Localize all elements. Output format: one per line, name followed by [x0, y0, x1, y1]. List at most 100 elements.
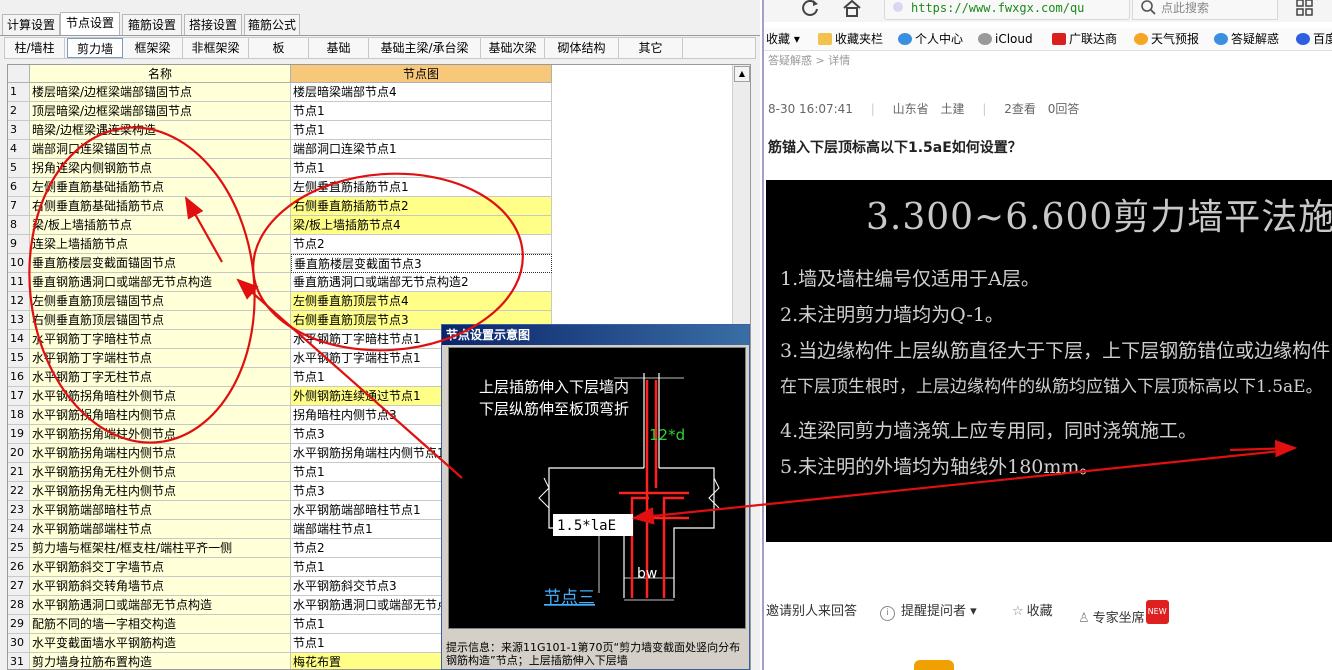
node-setting-name[interactable]: 顶层暗梁/边框梁端部锚固节点 [30, 102, 291, 121]
site-info-icon[interactable] [893, 2, 903, 12]
subtab-non-frame-beam[interactable]: 非框架梁 [183, 38, 249, 58]
node-setting-name[interactable]: 剪力墙身拉筋布置构造 [30, 653, 291, 669]
node-setting-name[interactable]: 水平钢筋拐角端柱内侧节点 [30, 444, 291, 463]
bookmark-icloud[interactable]: iCloud [978, 28, 1033, 50]
bookmark-qa[interactable]: 答疑解惑 [1214, 28, 1279, 50]
row-number: 4 [8, 140, 30, 159]
node-setting-name[interactable]: 水平钢筋端部端柱节点 [30, 520, 291, 539]
node-diagram-value[interactable]: 节点1 [291, 121, 552, 140]
node-setting-name[interactable]: 水平钢筋丁字暗柱节点 [30, 330, 291, 349]
node-setting-name[interactable]: 右侧垂直筋顶层锚固节点 [30, 311, 291, 330]
node-diagram-value[interactable]: 垂直筋遇洞口或端部无节点构造2 [291, 273, 552, 292]
address-bar[interactable]: https://www.fwxgx.com/qu [884, 0, 1130, 20]
node-setting-name[interactable]: 水平钢筋端部暗柱节点 [30, 501, 291, 520]
node-setting-name[interactable]: 水平钢筋斜交丁字墙节点 [30, 558, 291, 577]
subtab-foundation-secondary-beam[interactable]: 基础次梁 [481, 38, 545, 58]
subtab-shear-wall[interactable]: 剪力墙 [67, 38, 123, 58]
caption-line-2: 下层纵筋伸至板顶弯折 [479, 400, 629, 418]
node-diagram-value[interactable]: 节点2 [291, 235, 552, 254]
subtab-frame-beam[interactable]: 框架梁 [123, 38, 183, 58]
apps-grid-icon[interactable] [1296, 0, 1314, 17]
subtab-masonry[interactable]: 砌体结构 [545, 38, 619, 58]
bookmark-baidu[interactable]: 百度 [1296, 28, 1332, 50]
node-diagram-value[interactable]: 左侧垂直筋插筋节点1 [291, 178, 552, 197]
star-icon: ☆ [1012, 604, 1024, 619]
refresh-icon[interactable] [800, 0, 820, 18]
apple-icon [978, 33, 992, 45]
node-setting-name[interactable]: 垂直筋楼层变截面锚固节点 [30, 254, 291, 273]
table-row[interactable]: 9 连梁上墙插筋节点 节点2 [8, 235, 553, 254]
node-setting-name[interactable]: 配筋不同的墙一字相交构造 [30, 615, 291, 634]
subtab-column[interactable]: 柱/墙柱 [5, 38, 65, 58]
node-setting-name[interactable]: 梁/板上墙插筋节点 [30, 216, 291, 235]
node-setting-name[interactable]: 端部洞口连梁锚固节点 [30, 140, 291, 159]
table-row[interactable]: 5 拐角连梁内侧钢筋节点 节点1 [8, 159, 553, 178]
tab-stirrup-settings[interactable]: 箍筋设置 [122, 14, 182, 35]
tab-stirrup-formula[interactable]: 箍筋公式 [244, 14, 300, 35]
table-row[interactable]: 2 顶层暗梁/边框梁端部锚固节点 节点1 [8, 102, 553, 121]
node-setting-name[interactable]: 水平钢筋斜交转角墙节点 [30, 577, 291, 596]
node-setting-name[interactable]: 左侧垂直筋基础插筋节点 [30, 178, 291, 197]
row-number: 29 [8, 615, 30, 634]
subtab-slab[interactable]: 板 [249, 38, 309, 58]
node-diagram-value[interactable]: 楼层暗梁端部节点4 [291, 83, 552, 102]
node-diagram-value[interactable]: 梁/板上墙插筋节点4 [291, 216, 552, 235]
bookmark-personal-center[interactable]: 个人中心 [898, 28, 963, 50]
node-setting-name[interactable]: 拐角连梁内侧钢筋节点 [30, 159, 291, 178]
table-row[interactable]: 10 垂直筋楼层变截面锚固节点 垂直筋楼层变截面节点3 [8, 254, 553, 273]
tab-calc-settings[interactable]: 计算设置 [2, 14, 60, 35]
bookmark-glodon[interactable]: 广联达商 [1052, 28, 1117, 50]
home-icon[interactable] [842, 0, 862, 18]
node-setting-name[interactable]: 水平钢筋拐角端柱外侧节点 [30, 425, 291, 444]
tab-node-settings[interactable]: 节点设置 [60, 12, 120, 36]
search-box[interactable]: 点此搜索 [1132, 0, 1278, 20]
table-row[interactable]: 7 右侧垂直筋基础插筋节点 右侧垂直筋插筋节点2 [8, 197, 553, 216]
table-row[interactable]: 8 梁/板上墙插筋节点 梁/板上墙插筋节点4 [8, 216, 553, 235]
node-setting-name[interactable]: 楼层暗梁/边框梁端部锚固节点 [30, 83, 291, 102]
subtab-foundation[interactable]: 基础 [309, 38, 369, 58]
node-diagram-value[interactable]: 端部洞口连梁节点1 [291, 140, 552, 159]
node-setting-name[interactable]: 暗梁/边框梁遇连梁构造 [30, 121, 291, 140]
node-diagram-value[interactable]: 右侧垂直筋插筋节点2 [291, 197, 552, 216]
table-row[interactable]: 4 端部洞口连梁锚固节点 端部洞口连梁节点1 [8, 140, 553, 159]
subtab-other[interactable]: 其它 [619, 38, 683, 58]
favorite-link[interactable]: ☆ 收藏 [1012, 600, 1053, 624]
invite-answer-link[interactable]: 邀请别人来回答 [766, 600, 857, 624]
table-row[interactable]: 6 左侧垂直筋基础插筋节点 左侧垂直筋插筋节点1 [8, 178, 553, 197]
table-row[interactable]: 12 左侧垂直筋顶层锚固节点 左侧垂直筋顶层节点4 [8, 292, 553, 311]
bookmark-weather[interactable]: 天气预报 [1134, 28, 1199, 50]
node-setting-name[interactable]: 水平钢筋丁字无柱节点 [30, 368, 291, 387]
expert-seat-link[interactable]: ♙ 专家坐席 NEW [1078, 600, 1169, 631]
tab-lap-settings[interactable]: 搭接设置 [184, 14, 242, 35]
node-setting-name[interactable]: 水平钢筋拐角无柱外侧节点 [30, 463, 291, 482]
row-number: 13 [8, 311, 30, 330]
breadcrumb[interactable]: 答疑解惑 > 详情 [768, 52, 850, 68]
question-meta: 8-30 16:07:41 | 山东省 土建 | 2查看 0回答 [768, 102, 1080, 116]
bookmark-favorites-menu[interactable]: 收藏 ▾ [766, 28, 800, 50]
node-setting-name[interactable]: 水平钢筋丁字端柱节点 [30, 349, 291, 368]
node-setting-name[interactable]: 右侧垂直筋基础插筋节点 [30, 197, 291, 216]
remind-asker-link[interactable]: i 提醒提问者 ▾ [880, 600, 977, 624]
table-row[interactable]: 1 楼层暗梁/边框梁端部锚固节点 楼层暗梁端部节点4 [8, 83, 553, 102]
scroll-up-icon[interactable]: ▲ [734, 66, 750, 82]
node-diagram-value[interactable]: 节点1 [291, 159, 552, 178]
question-actions: 邀请别人来回答 i 提醒提问者 ▾ ☆ 收藏 ♙ 专家坐席 NEW [764, 600, 1332, 626]
table-row[interactable]: 3 暗梁/边框梁遇连梁构造 节点1 [8, 121, 553, 140]
node-setting-name[interactable]: 剪力墙与框架柱/框支柱/端柱平齐一侧 [30, 539, 291, 558]
subtab-foundation-main-beam[interactable]: 基础主梁/承台梁 [369, 38, 481, 58]
node-setting-name[interactable]: 连梁上墙插筋节点 [30, 235, 291, 254]
bookmark-label: 天气预报 [1151, 32, 1200, 46]
node-diagram-value[interactable]: 左侧垂直筋顶层节点4 [291, 292, 552, 311]
node-setting-name[interactable]: 水平钢筋拐角暗柱内侧节点 [30, 406, 291, 425]
browser-toolbar: https://www.fwxgx.com/qu 点此搜索 [764, 0, 1332, 22]
node-setting-name[interactable]: 垂直钢筋遇洞口或端部无节点构造 [30, 273, 291, 292]
node-diagram-value[interactable]: 垂直筋楼层变截面节点3 [291, 254, 552, 273]
table-row[interactable]: 11 垂直钢筋遇洞口或端部无节点构造 垂直筋遇洞口或端部无节点构造2 [8, 273, 553, 292]
bookmark-favorites-bar[interactable]: 收藏夹栏 [818, 28, 883, 50]
node-setting-name[interactable]: 左侧垂直筋顶层锚固节点 [30, 292, 291, 311]
node-diagram-value[interactable]: 节点1 [291, 102, 552, 121]
node-setting-name[interactable]: 水平钢筋拐角暗柱外侧节点 [30, 387, 291, 406]
node-setting-name[interactable]: 水平变截面墙水平钢筋构造 [30, 634, 291, 653]
node-setting-name[interactable]: 水平钢筋遇洞口或端部无节点构造 [30, 596, 291, 615]
node-setting-name[interactable]: 水平钢筋拐角无柱内侧节点 [30, 482, 291, 501]
